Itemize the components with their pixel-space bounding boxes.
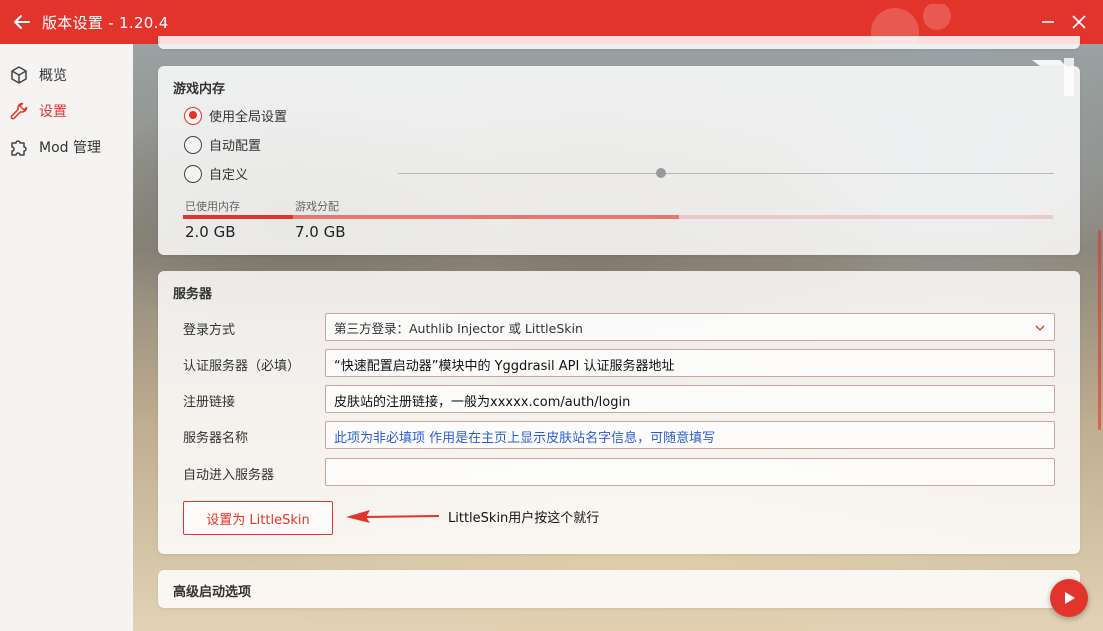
server-name-input[interactable]: 此项为非必填项 作用是在主页上显示皮肤站名字信息，可随意填写 (325, 421, 1055, 449)
minimize-icon (1042, 21, 1054, 23)
allocated-memory-value: 7.0 GB (295, 223, 346, 241)
register-link-input[interactable]: 皮肤站的注册链接，一般为xxxxx.com/auth/login (325, 385, 1055, 413)
close-icon (1072, 15, 1086, 29)
server-card: 服务器 登录方式 第三方登录：Authlib Injector 或 Little… (158, 271, 1080, 554)
auth-server-label: 认证服务器（必填） (183, 359, 301, 374)
register-link-label: 注册链接 (183, 395, 236, 410)
window-title: 版本设置 - 1.20.4 (42, 13, 169, 32)
radio-checked-icon (184, 106, 202, 125)
radio-custom[interactable]: 自定义 (184, 164, 248, 183)
close-button[interactable] (1067, 10, 1091, 34)
memory-card-title: 游戏内存 (173, 82, 226, 97)
puzzle-icon (9, 137, 29, 157)
arrow-left-icon (14, 15, 30, 29)
set-littleskin-button[interactable]: 设置为 LittleSkin (183, 501, 333, 535)
memory-bar-allocated (293, 215, 679, 219)
play-icon (1065, 592, 1075, 604)
arrow-left-annotation-icon (346, 510, 439, 523)
memory-slider-thumb[interactable] (656, 168, 666, 178)
used-memory-value: 2.0 GB (185, 223, 236, 241)
radio-unchecked-icon (184, 164, 202, 183)
login-method-select[interactable]: 第三方登录：Authlib Injector 或 LittleSkin (325, 313, 1055, 341)
radio-unchecked-icon (184, 135, 202, 154)
memory-bar-used (183, 215, 293, 219)
sidebar-item-mods[interactable]: Mod 管理 (0, 129, 133, 165)
sidebar-item-settings[interactable]: 设置 (0, 93, 133, 129)
server-name-label: 服务器名称 (183, 431, 249, 446)
chevron-down-icon (1035, 325, 1045, 331)
advanced-options-title: 高级启动选项 (173, 585, 252, 600)
memory-slider-track[interactable] (398, 173, 1054, 174)
server-name-annotation: 此项为非必填项 作用是在主页上显示皮肤站名字信息，可随意填写 (334, 431, 716, 446)
sidebar-item-overview[interactable]: 概览 (0, 57, 133, 93)
back-button[interactable] (2, 0, 42, 44)
memory-card: 游戏内存 使用全局设置 自动配置 自定义 已使用内存 游戏分配 2.0 GB 7… (158, 66, 1080, 255)
sidebar-item-label: 概览 (39, 68, 67, 84)
register-link-annotation: 皮肤站的注册链接，一般为xxxxx.com/auth/login (334, 395, 631, 410)
auth-server-annotation: “快速配置启动器”模块中的 Yggdrasil API 认证服务器地址 (334, 359, 675, 374)
radio-label: 自动配置 (209, 139, 262, 154)
auto-join-label: 自动进入服务器 (183, 468, 275, 483)
cube-icon (9, 65, 29, 85)
previous-section-card (158, 36, 1080, 49)
auth-server-input[interactable]: “快速配置启动器”模块中的 Yggdrasil API 认证服务器地址 (325, 349, 1055, 377)
sidebar: 概览 设置 Mod 管理 (0, 44, 133, 631)
login-method-label: 登录方式 (183, 323, 236, 338)
scrollbar[interactable] (1098, 230, 1101, 430)
allocated-memory-label: 游戏分配 (295, 200, 339, 213)
server-card-title: 服务器 (173, 287, 213, 302)
minimize-button[interactable] (1036, 10, 1060, 34)
littleskin-annotation-note: LittleSkin用户按这个就行 (448, 511, 600, 526)
radio-global-settings[interactable]: 使用全局设置 (184, 106, 287, 125)
wrench-icon (9, 101, 29, 121)
sidebar-item-label: Mod 管理 (39, 140, 101, 156)
radio-label: 使用全局设置 (209, 110, 288, 125)
advanced-options-card[interactable]: 高级启动选项 (158, 570, 1080, 608)
login-method-value: 第三方登录：Authlib Injector 或 LittleSkin (334, 320, 583, 336)
radio-label: 自定义 (209, 168, 249, 183)
launch-game-button[interactable] (1050, 579, 1088, 617)
auto-join-input[interactable] (325, 458, 1055, 486)
sidebar-item-label: 设置 (39, 104, 67, 120)
used-memory-label: 已使用内存 (185, 200, 240, 213)
radio-auto-config[interactable]: 自动配置 (184, 135, 261, 154)
